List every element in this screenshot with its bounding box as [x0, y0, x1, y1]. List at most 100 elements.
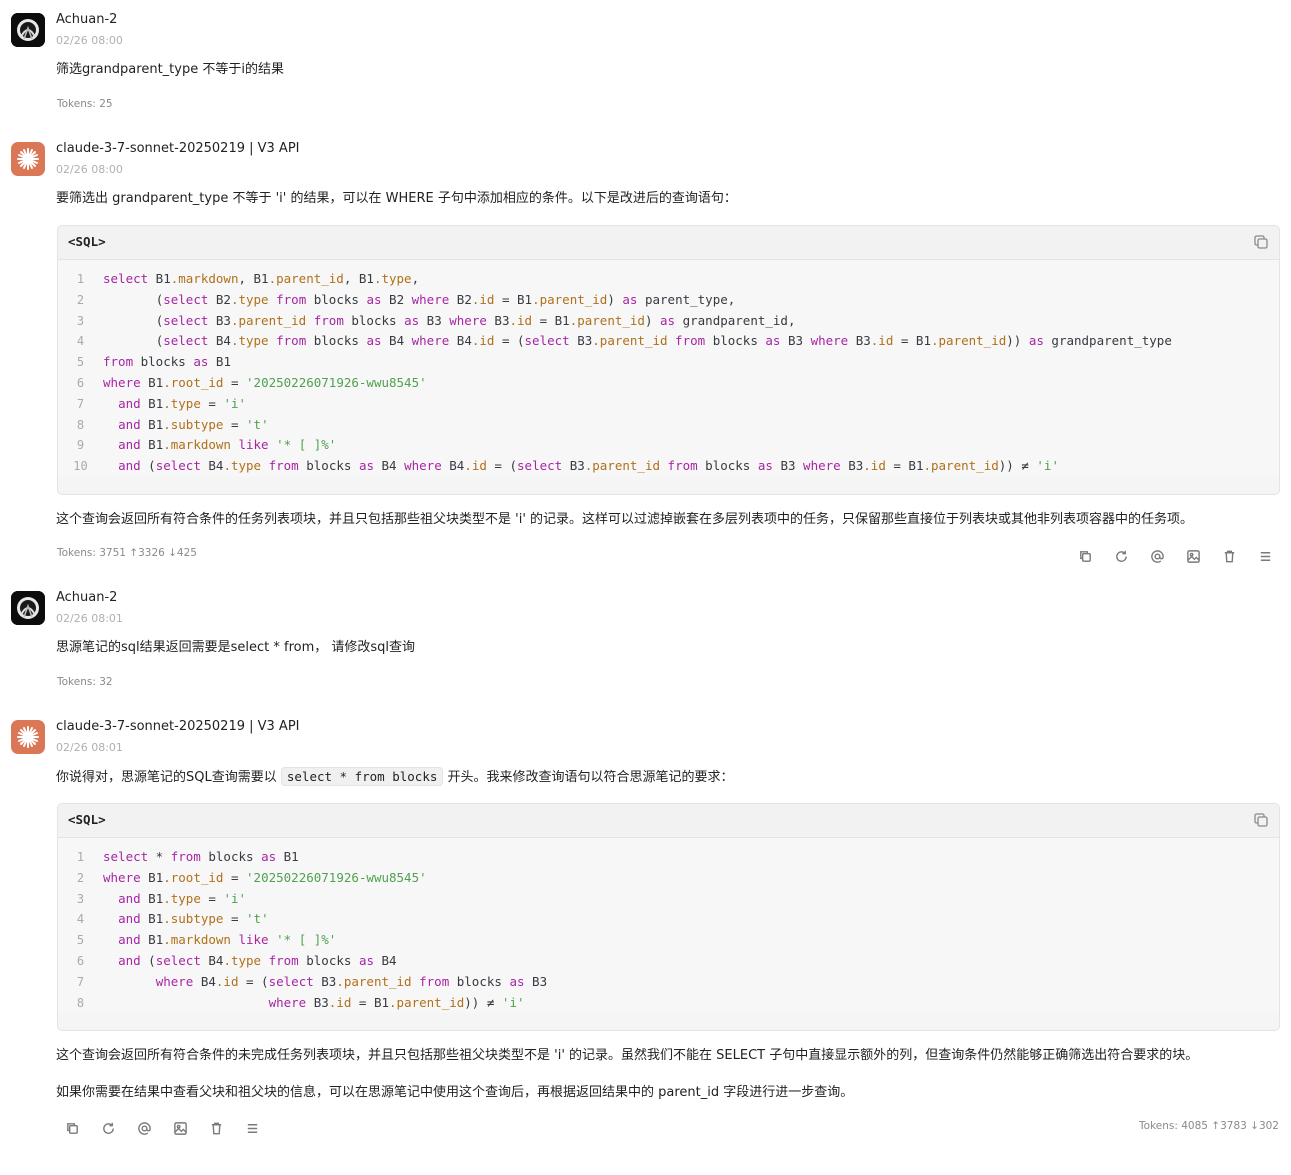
code-token: blocks [200, 849, 262, 864]
code-line: 7 where B4.id = (select B3.parent_id fro… [58, 972, 1279, 993]
code-token: .subtype [163, 911, 224, 927]
code-token: .parent_id [336, 973, 412, 989]
message-actions [54, 1119, 270, 1137]
message-outro: 这个查询会返回所有符合条件的未完成任务列表项块，并且只包括那些祖父块类型不是 '… [56, 1048, 1199, 1063]
code-line: 2 where B1.root_id = '20250226071926-wwu8… [58, 868, 1279, 889]
regenerate-button[interactable] [90, 1119, 126, 1137]
code-token: select [103, 849, 149, 864]
regenerate-icon [102, 1122, 114, 1134]
code-token: .root_id [163, 869, 224, 885]
code-token: * [148, 849, 171, 864]
code-token: B3 [313, 973, 337, 989]
code-token: from [419, 973, 450, 989]
code-token: 't' [246, 911, 269, 927]
code-token: '* [ ]%' [276, 932, 337, 948]
line-number: 2 [76, 870, 85, 885]
line-number: 1 [76, 850, 85, 864]
code-token: as [261, 849, 277, 864]
mention-button[interactable] [126, 1119, 162, 1137]
copy-button[interactable] [54, 1119, 90, 1137]
message-assistant-2: claude-3-7-sonnet-20250219 | V3 API 02/2… [0, 0, 1291, 1175]
code-header: <SQL> [58, 804, 1279, 838]
code-token: where [103, 869, 141, 885]
code-token: = [223, 869, 247, 885]
intro-text-before: 你说得对，思源笔记的SQL查询需要以 [56, 770, 277, 785]
code-token: blocks [298, 952, 359, 968]
image-icon [173, 1121, 187, 1135]
message-outro-2: 如果你需要在结果中查看父块和祖父块的信息，可以在思源笔记中使用这个查询后，再根据… [56, 1085, 854, 1100]
code-token: B4 [193, 973, 216, 989]
line-number: 3 [76, 891, 85, 906]
code-token: and [118, 890, 141, 906]
code-token: 'i' [223, 890, 247, 906]
copy-icon[interactable] [1253, 812, 1269, 828]
copy-icon [66, 1122, 78, 1134]
message-time: 02/26 08:01 [56, 741, 123, 754]
line-number: 7 [76, 974, 85, 989]
code-token: B1 [140, 890, 164, 906]
code-token: select [155, 952, 201, 968]
code-token: like [238, 932, 269, 948]
code-block: <SQL> 1 select * from blocks as B1 2 where … [57, 803, 1280, 1031]
code-token: .markdown [163, 932, 231, 948]
intro-text-after: 开头。我来修改查询语句以符合思源笔记的要求： [447, 770, 734, 785]
menu-icon [247, 1123, 257, 1133]
code-token: 'i' [501, 994, 525, 1010]
line-number: 5 [76, 933, 85, 948]
claude-avatar[interactable] [11, 720, 45, 754]
image-button[interactable] [162, 1119, 198, 1137]
code-line: 4 and B1.subtype = 't' [58, 909, 1279, 930]
code-body: 1 select * from blocks as B1 2 where B1.roo… [58, 838, 1279, 1014]
code-token: B1 [140, 932, 164, 948]
code-token: select [268, 973, 314, 989]
line-number: 4 [76, 912, 85, 927]
code-token: B4 [374, 952, 397, 968]
line-number: 6 [76, 953, 85, 968]
code-token: = ( [238, 973, 269, 989]
code-token: from [268, 952, 299, 968]
code-token: as [509, 973, 525, 989]
code-token: where [268, 994, 307, 1010]
code-line: 1 select * from blocks as B1 [58, 847, 1279, 868]
mention-icon [137, 1121, 151, 1135]
code-token: as [358, 952, 374, 968]
code-token: = [223, 911, 247, 927]
code-token: .id [215, 973, 239, 989]
code-token: ( [140, 952, 156, 968]
inline-code: select * from blocks [280, 767, 444, 786]
delete-icon [211, 1122, 221, 1134]
code-token: .type [163, 890, 201, 906]
code-line: 6 and (select B4.type from blocks as B4 [58, 951, 1279, 972]
code-language: <SQL> [68, 812, 106, 827]
menu-button[interactable] [234, 1119, 270, 1137]
code-token: where [155, 973, 194, 989]
code-token: '20250226071926-wwu8545' [246, 869, 427, 885]
code-token: B1 [140, 869, 164, 885]
delete-button[interactable] [198, 1119, 234, 1137]
code-token: B1 [140, 911, 164, 927]
sender-name: claude-3-7-sonnet-20250219 | V3 API [56, 719, 300, 734]
code-token: B3 [306, 994, 329, 1010]
code-token: .id [328, 994, 352, 1010]
code-line: 8 where B3.id = B1.parent_id)) ≠ 'i' [58, 993, 1279, 1014]
code-token: B3 [524, 973, 548, 989]
code-token: .parent_id [389, 994, 465, 1010]
code-token: .type [223, 952, 262, 968]
code-token: B4 [200, 952, 224, 968]
code-token: blocks [449, 973, 510, 989]
code-token: = B1 [351, 994, 390, 1010]
code-line: 5 and B1.markdown like '* [ ]%' [58, 930, 1279, 951]
claude-logo-icon [17, 726, 39, 748]
code-line: 3 and B1.type = 'i' [58, 889, 1279, 910]
code-token: )) ≠ [464, 994, 502, 1010]
code-token: and [118, 911, 141, 927]
token-count: Tokens: 4085 ↑3783 ↓302 [1139, 1120, 1279, 1132]
code-token: and [118, 932, 141, 948]
code-token: B1 [276, 849, 299, 864]
code-token: = [200, 890, 224, 906]
code-token: from [170, 849, 201, 864]
message-intro: 你说得对，思源笔记的SQL查询需要以 select * from blocks … [56, 767, 734, 788]
